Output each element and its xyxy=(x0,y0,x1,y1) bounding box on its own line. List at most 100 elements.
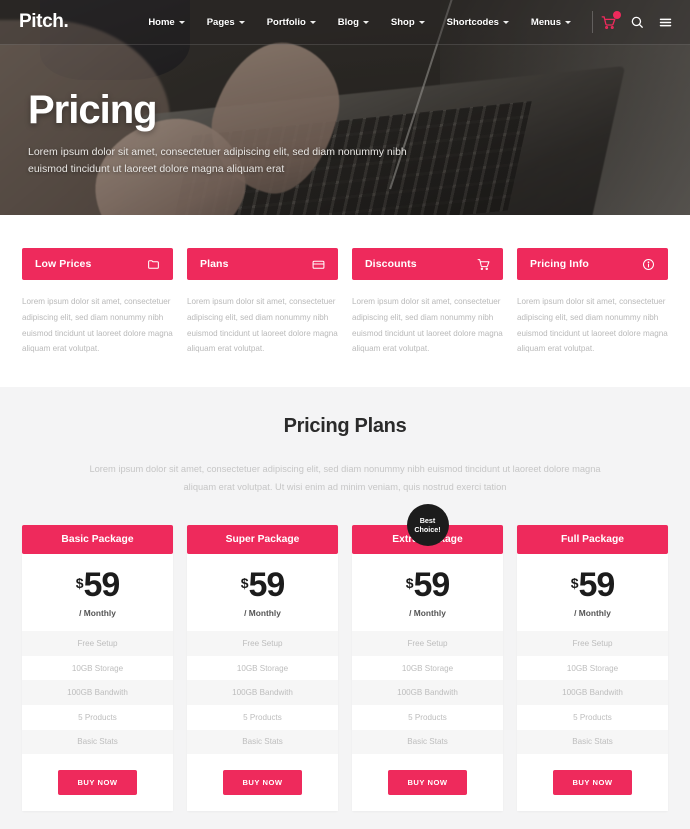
info-circle-icon xyxy=(642,258,655,271)
nav-item-home[interactable]: Home xyxy=(137,17,195,28)
feature-box: Plans Lorem ipsum dolor sit amet, consect… xyxy=(187,248,338,387)
feature-box-text: Lorem ipsum dolor sit amet, consectetuer… xyxy=(352,297,503,354)
plan-feature: 100GB Bandwith xyxy=(22,680,173,706)
nav-item-label: Home xyxy=(148,16,175,28)
pricing-cards: Basic Package $59 / Monthly Free Setup 10GB … xyxy=(0,496,690,812)
plan-currency: $ xyxy=(75,574,84,591)
buy-now-button[interactable]: BUY NOW xyxy=(388,770,467,796)
plan-feature: 100GB Bandwith xyxy=(187,680,338,706)
feature-box-text: Lorem ipsum dolor sit amet, consectetuer… xyxy=(187,297,338,354)
best-choice-badge: Best Choice! xyxy=(406,504,449,547)
feature-box-title: Plans xyxy=(200,258,229,270)
chevron-down-icon xyxy=(362,21,369,24)
plan-price-block: $59 / Monthly xyxy=(187,554,338,632)
chevron-down-icon xyxy=(238,21,245,24)
feature-box-title: Discounts xyxy=(365,258,417,270)
nav-item-label: Blog xyxy=(337,16,359,28)
nav-item-label: Menus xyxy=(530,16,561,28)
plan-period: / Monthly xyxy=(574,607,611,618)
feature-box-header[interactable]: Low Prices xyxy=(22,248,173,280)
plan-currency: $ xyxy=(240,574,249,591)
buy-now-button[interactable]: BUY NOW xyxy=(58,770,137,796)
nav-item-blog[interactable]: Blog xyxy=(327,17,380,28)
nav-icon-group xyxy=(601,10,673,30)
pricing-plans-section: Pricing Plans Lorem ipsum dolor sit amet… xyxy=(0,387,690,812)
cart-icon[interactable] xyxy=(601,10,621,30)
section-subheading: Lorem ipsum dolor sit amet, consectetuer… xyxy=(89,464,601,493)
plan-feature: 10GB Storage xyxy=(401,663,454,673)
feature-box-text: Lorem ipsum dolor sit amet, consectetuer… xyxy=(517,297,668,354)
plan-feature: 5 Products xyxy=(243,712,282,722)
credit-card-icon xyxy=(312,258,325,271)
plan-footer: BUY NOW xyxy=(517,754,668,812)
plan-feature: 100GB Bandwith xyxy=(352,680,503,706)
feature-box: Low Prices Lorem ipsum dolor sit amet, co… xyxy=(22,248,173,387)
folder-icon xyxy=(147,258,160,271)
plan-amount: 59 xyxy=(83,565,120,604)
plan-currency: $ xyxy=(570,574,579,591)
chevron-down-icon xyxy=(178,21,185,24)
pricing-card: Full Package $59 / Monthly Free Setup 10GB S… xyxy=(517,525,668,812)
plan-feature: Free Setup xyxy=(187,631,338,656)
site-logo[interactable]: Pitch. xyxy=(19,11,69,33)
feature-box-header[interactable]: Discounts xyxy=(352,248,503,280)
nav-item-label: Portfolio xyxy=(266,16,306,28)
buy-now-button[interactable]: BUY NOW xyxy=(223,770,302,796)
plan-amount: 59 xyxy=(413,565,450,604)
nav-menu: Home Pages Portfolio Blog Shop Shortcodes Menu… xyxy=(137,10,690,33)
search-icon[interactable] xyxy=(630,15,644,29)
pricing-page: Pitch. Home Pages Portfolio Blog Shop Shortco… xyxy=(0,0,690,829)
plan-feature: Free Setup xyxy=(352,631,503,656)
section-heading: Pricing Plans xyxy=(283,415,407,437)
plan-feature: Basic Stats xyxy=(517,729,668,755)
feature-box-title: Pricing Info xyxy=(530,258,589,270)
plan-name: Basic Package xyxy=(61,534,134,546)
buy-now-button[interactable]: BUY NOW xyxy=(553,770,632,796)
plan-amount: 59 xyxy=(248,565,285,604)
plan-footer: BUY NOW xyxy=(352,754,503,812)
feature-box-header[interactable]: Plans xyxy=(187,248,338,280)
feature-box: Discounts Lorem ipsum dolor sit amet, con… xyxy=(352,248,503,387)
hero-content: Pricing Lorem ipsum dolor sit amet, cons… xyxy=(28,88,408,179)
shopping-cart-icon xyxy=(477,258,490,271)
nav-divider xyxy=(592,11,593,33)
plan-feature: Basic Stats xyxy=(187,729,338,755)
plan-footer: BUY NOW xyxy=(187,754,338,812)
plan-header: Full Package xyxy=(517,525,668,555)
pricing-card: Super Package $59 / Monthly Free Setup 10GB … xyxy=(187,525,338,812)
nav-item-pages[interactable]: Pages xyxy=(196,17,256,28)
feature-box-header[interactable]: Pricing Info xyxy=(517,248,668,280)
nav-item-shortcodes[interactable]: Shortcodes xyxy=(436,17,520,28)
main-navbar: Pitch. Home Pages Portfolio Blog Shop Shortco… xyxy=(0,0,690,45)
nav-item-label: Shortcodes xyxy=(446,16,499,28)
nav-item-menus[interactable]: Menus xyxy=(520,17,582,28)
plan-feature: 100GB Bandwith xyxy=(517,680,668,706)
nav-item-label: Pages xyxy=(206,16,235,28)
nav-item-label: Shop xyxy=(390,16,415,28)
hero-subtitle: Lorem ipsum dolor sit amet, consectetuer… xyxy=(28,146,407,176)
plan-feature: Basic Stats xyxy=(352,729,503,755)
hamburger-menu-icon[interactable] xyxy=(658,15,673,30)
nav-item-shop[interactable]: Shop xyxy=(380,17,436,28)
plan-price-block: $59 / Monthly xyxy=(352,554,503,632)
feature-box-title: Low Prices xyxy=(35,258,92,270)
plan-feature: 10GB Storage xyxy=(236,663,289,673)
best-choice-badge-text: Best Choice! xyxy=(414,515,441,535)
plan-price-block: $59 / Monthly xyxy=(22,554,173,632)
plan-currency: $ xyxy=(405,574,414,591)
plan-feature: 10GB Storage xyxy=(71,663,124,673)
chevron-down-icon xyxy=(418,21,425,24)
pricing-card: Basic Package $59 / Monthly Free Setup 10GB … xyxy=(22,525,173,812)
plan-header: Basic Package xyxy=(22,525,173,555)
plan-footer: BUY NOW xyxy=(22,754,173,812)
plan-name: Full Package xyxy=(561,534,624,546)
plan-price-block: $59 / Monthly xyxy=(517,554,668,632)
plan-feature: Basic Stats xyxy=(22,729,173,755)
nav-item-portfolio[interactable]: Portfolio xyxy=(256,17,327,28)
plan-name: Super Package xyxy=(225,534,300,546)
plan-header: Super Package xyxy=(187,525,338,555)
plan-feature: Free Setup xyxy=(517,631,668,656)
chevron-down-icon xyxy=(309,21,316,24)
plan-period: / Monthly xyxy=(409,607,446,618)
pricing-card: BestChoice!Extra Package$59/ MonthlyFree… xyxy=(352,504,503,812)
